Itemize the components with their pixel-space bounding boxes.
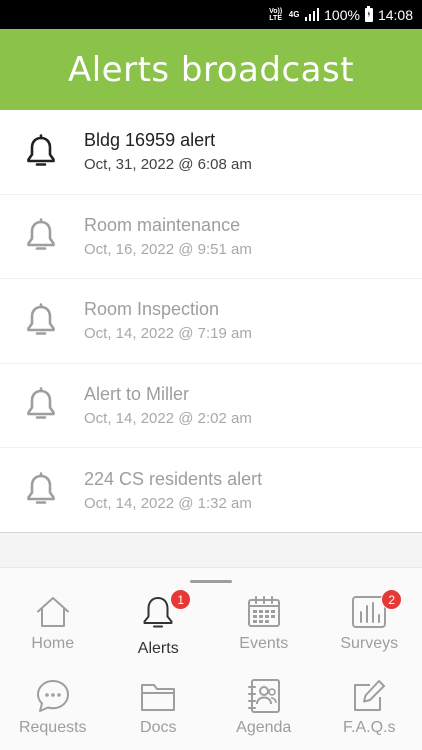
bell-icon: [0, 387, 84, 423]
surveys-badge: 2: [381, 589, 403, 610]
signal-icon: [305, 8, 320, 21]
folder-icon: [139, 677, 177, 715]
nav-item-faqs[interactable]: F.A.Q.s: [317, 674, 422, 750]
nav-item-requests[interactable]: Requests: [0, 674, 106, 750]
nav-label: Docs: [140, 719, 177, 736]
app-header: Alerts broadcast: [0, 29, 422, 110]
nav-label: Requests: [18, 719, 87, 736]
drawer-handle[interactable]: [190, 580, 232, 583]
alert-item[interactable]: Room Inspection Oct, 14, 2022 @ 7:19 am: [0, 279, 422, 364]
nav-item-home[interactable]: Home: [0, 590, 106, 674]
bar-chart-icon: 2: [350, 589, 403, 631]
bell-icon: [0, 133, 84, 170]
alert-item[interactable]: Room maintenance Oct, 16, 2022 @ 9:51 am: [0, 195, 422, 279]
alert-date: Oct, 14, 2022 @ 7:19 am: [84, 325, 252, 343]
alert-item[interactable]: Bldg 16959 alert Oct, 31, 2022 @ 6:08 am: [0, 110, 422, 195]
bell-icon: [0, 472, 84, 508]
alert-item[interactable]: Alert to Miller Oct, 14, 2022 @ 2:02 am: [0, 364, 422, 448]
clock: 14:08: [377, 6, 413, 23]
calendar-icon: [245, 593, 283, 631]
nav-grid: Home 1 Alerts Events 2 Surveys Requests …: [0, 589, 422, 750]
page-title: Alerts broadcast: [67, 49, 355, 90]
alert-title: Alert to Miller: [84, 383, 190, 404]
battery-percent: 100%: [324, 6, 360, 23]
nav-item-docs[interactable]: Docs: [106, 674, 212, 750]
nav-item-agenda[interactable]: Agenda: [211, 674, 317, 750]
nav-label: Alerts: [137, 640, 179, 657]
bell-icon: 1: [139, 589, 192, 631]
alert-date: Oct, 31, 2022 @ 6:08 am: [84, 156, 252, 174]
chat-bubble-icon: [34, 677, 72, 715]
bell-icon: [0, 218, 84, 254]
nav-label: F.A.Q.s: [343, 719, 396, 736]
list-footer-spacer: [0, 533, 422, 567]
alerts-badge: 1: [170, 589, 192, 610]
home-icon: [34, 593, 72, 631]
alert-date: Oct, 16, 2022 @ 9:51 am: [84, 240, 252, 258]
nav-label: Surveys: [340, 635, 399, 652]
alert-title: 224 CS residents alert: [84, 468, 263, 489]
network-type: 4G: [288, 9, 300, 19]
alert-item[interactable]: 224 CS residents alert Oct, 14, 2022 @ 1…: [0, 448, 422, 533]
alert-title: Room maintenance: [84, 214, 241, 235]
nav-label: Events: [239, 635, 289, 652]
nav-item-alerts[interactable]: 1 Alerts: [106, 589, 212, 674]
edit-icon: [350, 677, 388, 715]
alert-title: Room Inspection: [84, 299, 220, 320]
bell-icon: [0, 302, 84, 339]
nav-item-surveys[interactable]: 2 Surveys: [317, 589, 422, 674]
alert-date: Oct, 14, 2022 @ 2:02 am: [84, 409, 252, 427]
nav-label: Home: [31, 635, 75, 652]
battery-icon: [364, 5, 373, 22]
volte-indicator: Vo)) LTE: [269, 7, 283, 22]
contact-book-icon: [245, 677, 283, 715]
alert-date: Oct, 14, 2022 @ 1:32 am: [84, 494, 252, 512]
bottom-nav-drawer: Home 1 Alerts Events 2 Surveys Requests …: [0, 567, 422, 750]
nav-label: Agenda: [236, 719, 292, 736]
alert-title: Bldg 16959 alert: [84, 130, 216, 151]
status-bar: Vo)) LTE 4G 100% 14:08: [0, 0, 422, 29]
alert-list: Bldg 16959 alert Oct, 31, 2022 @ 6:08 am…: [0, 110, 422, 533]
nav-item-events[interactable]: Events: [211, 590, 317, 674]
